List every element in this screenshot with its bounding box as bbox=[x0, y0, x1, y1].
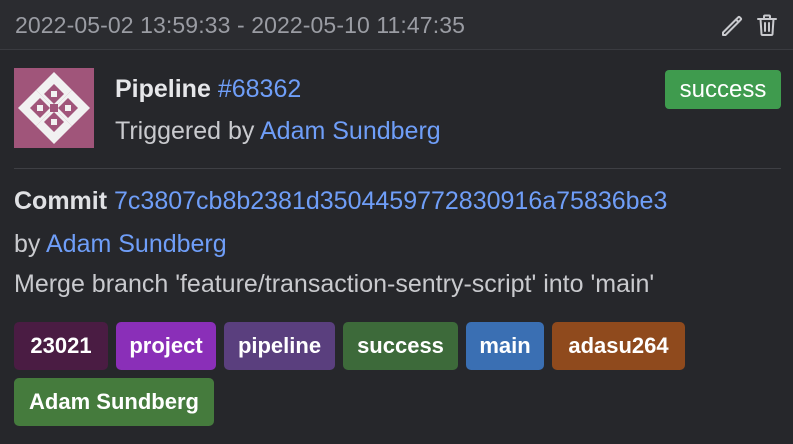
commit-label: Commit bbox=[14, 187, 108, 215]
avatar bbox=[14, 68, 94, 148]
card-header: 2022-05-02 13:59:33 - 2022-05-10 11:47:3… bbox=[0, 0, 793, 50]
identicon-avatar bbox=[14, 68, 94, 148]
tag-project-id[interactable]: 23021 bbox=[14, 322, 108, 370]
edit-button[interactable] bbox=[719, 12, 745, 38]
delete-button[interactable] bbox=[754, 12, 780, 38]
commit-author-line: by Adam Sundberg bbox=[14, 228, 227, 260]
tag-username[interactable]: adasu264 bbox=[552, 322, 685, 370]
pipeline-label: Pipeline bbox=[115, 75, 211, 103]
trash-icon bbox=[757, 14, 777, 36]
triggered-prefix: Triggered by bbox=[115, 117, 255, 145]
time-range: 2022-05-02 13:59:33 - 2022-05-10 11:47:3… bbox=[15, 12, 465, 38]
tag-pipeline[interactable]: pipeline bbox=[224, 322, 335, 370]
tag-branch-main[interactable]: main bbox=[466, 322, 544, 370]
tag-project[interactable]: project bbox=[116, 322, 216, 370]
triggered-by: Triggered by Adam Sundberg bbox=[115, 115, 441, 147]
tag-success[interactable]: success bbox=[343, 322, 458, 370]
pipeline-id-link[interactable]: #68362 bbox=[218, 75, 301, 103]
tag-user-name[interactable]: Adam Sundberg bbox=[14, 378, 214, 426]
pipeline-event-card: 2022-05-02 13:59:33 - 2022-05-10 11:47:3… bbox=[0, 0, 793, 444]
status-badge: success bbox=[665, 70, 781, 109]
pencil-icon bbox=[722, 15, 743, 36]
commit-by-prefix: by bbox=[14, 230, 41, 258]
commit-sha-link[interactable]: 7c3807cb8b2381d3504459772830916a75836be3 bbox=[114, 187, 667, 215]
commit-line: Commit 7c3807cb8b2381d3504459772830916a7… bbox=[14, 185, 667, 217]
pipeline-title: Pipeline #68362 bbox=[115, 73, 301, 105]
commit-author-link[interactable]: Adam Sundberg bbox=[46, 230, 227, 258]
divider bbox=[14, 168, 781, 169]
triggered-by-user-link[interactable]: Adam Sundberg bbox=[260, 117, 441, 145]
commit-message: Merge branch 'feature/transaction-sentry… bbox=[14, 270, 655, 298]
